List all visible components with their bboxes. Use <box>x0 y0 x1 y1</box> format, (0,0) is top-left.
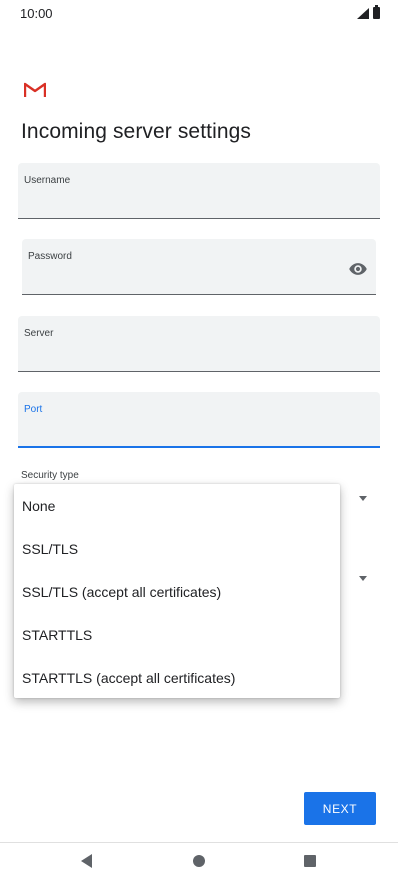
battery-icon <box>373 5 380 19</box>
password-label: Password <box>28 251 72 262</box>
gmail-logo-icon <box>24 82 46 97</box>
recents-icon[interactable] <box>304 855 316 867</box>
port-field[interactable]: Port <box>18 392 380 448</box>
menu-item-none[interactable]: None <box>22 498 55 514</box>
next-button[interactable]: NEXT <box>304 792 376 825</box>
back-icon[interactable] <box>81 854 92 868</box>
server-label: Server <box>24 328 54 339</box>
nav-divider <box>0 842 398 843</box>
status-icons <box>357 5 380 19</box>
dropdown-arrow-icon[interactable] <box>359 496 367 501</box>
security-type-label: Security type <box>21 470 79 481</box>
eye-icon[interactable] <box>348 259 368 279</box>
username-field[interactable]: Username <box>18 163 380 219</box>
menu-item-ssl-tls[interactable]: SSL/TLS <box>22 541 78 557</box>
password-field[interactable]: Password <box>22 239 376 295</box>
username-label: Username <box>24 175 71 186</box>
menu-item-starttls-accept-all[interactable]: STARTTLS (accept all certificates) <box>22 670 235 686</box>
server-field[interactable]: Server <box>18 316 380 372</box>
menu-item-starttls[interactable]: STARTTLS <box>22 627 92 643</box>
status-bar: 10:00 <box>0 0 398 28</box>
home-icon[interactable] <box>193 855 205 867</box>
page-title: Incoming server settings <box>21 120 251 143</box>
signal-icon <box>357 7 369 19</box>
port-label: Port <box>24 404 43 415</box>
status-time: 10:00 <box>20 6 53 21</box>
dropdown-arrow-icon[interactable] <box>359 576 367 581</box>
security-type-menu: None SSL/TLS SSL/TLS (accept all certifi… <box>14 484 340 698</box>
menu-item-ssl-tls-accept-all[interactable]: SSL/TLS (accept all certificates) <box>22 584 221 600</box>
